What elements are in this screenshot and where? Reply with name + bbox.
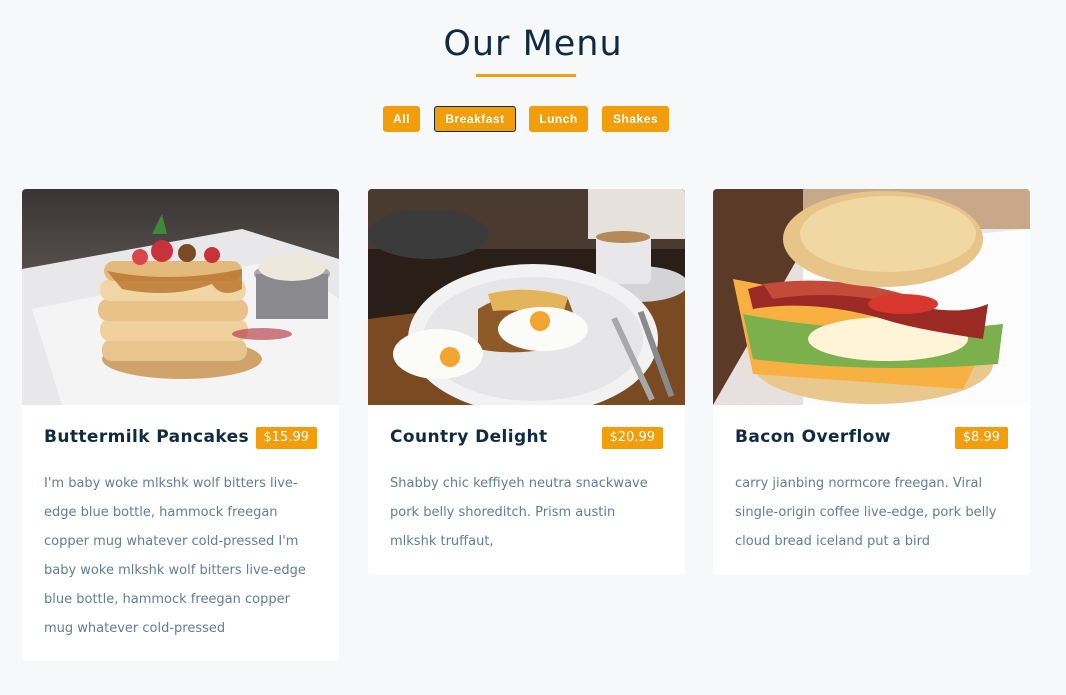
item-description: Shabby chic keffiyeh neutra snackwave po… <box>390 476 648 549</box>
bacon-biscuit-photo <box>713 189 1030 405</box>
page-title: Our Menu <box>443 24 623 64</box>
menu-item-card: Buttermilk Pancakes $15.99 I'm baby woke… <box>22 189 339 661</box>
price-badge: $15.99 <box>255 427 317 449</box>
menu-item-card: Bacon Overflow $8.99 carry jianbing norm… <box>713 189 1030 575</box>
pancakes-photo <box>22 189 339 405</box>
filter-all-button[interactable]: All <box>383 106 420 132</box>
price-badge: $20.99 <box>601 427 663 449</box>
filter-shakes-button[interactable]: Shakes <box>602 106 669 132</box>
item-title: Country Delight <box>390 427 548 447</box>
item-description: I'm baby woke mlkshk wolf bitters live-e… <box>44 476 306 636</box>
item-title: Buttermilk Pancakes <box>44 427 250 447</box>
title-underline <box>476 74 576 77</box>
item-description: carry jianbing normcore freegan. Viral s… <box>735 476 997 549</box>
eggs-toast-photo <box>368 189 685 405</box>
menu-item-card: Country Delight $20.99 Shabby chic keffi… <box>368 189 685 575</box>
filter-breakfast-button[interactable]: Breakfast <box>434 106 516 132</box>
filter-lunch-button[interactable]: Lunch <box>529 106 588 132</box>
item-title: Bacon Overflow <box>735 427 891 447</box>
filter-bar: All Breakfast Lunch Shakes <box>0 106 1066 132</box>
price-badge: $8.99 <box>954 427 1008 449</box>
